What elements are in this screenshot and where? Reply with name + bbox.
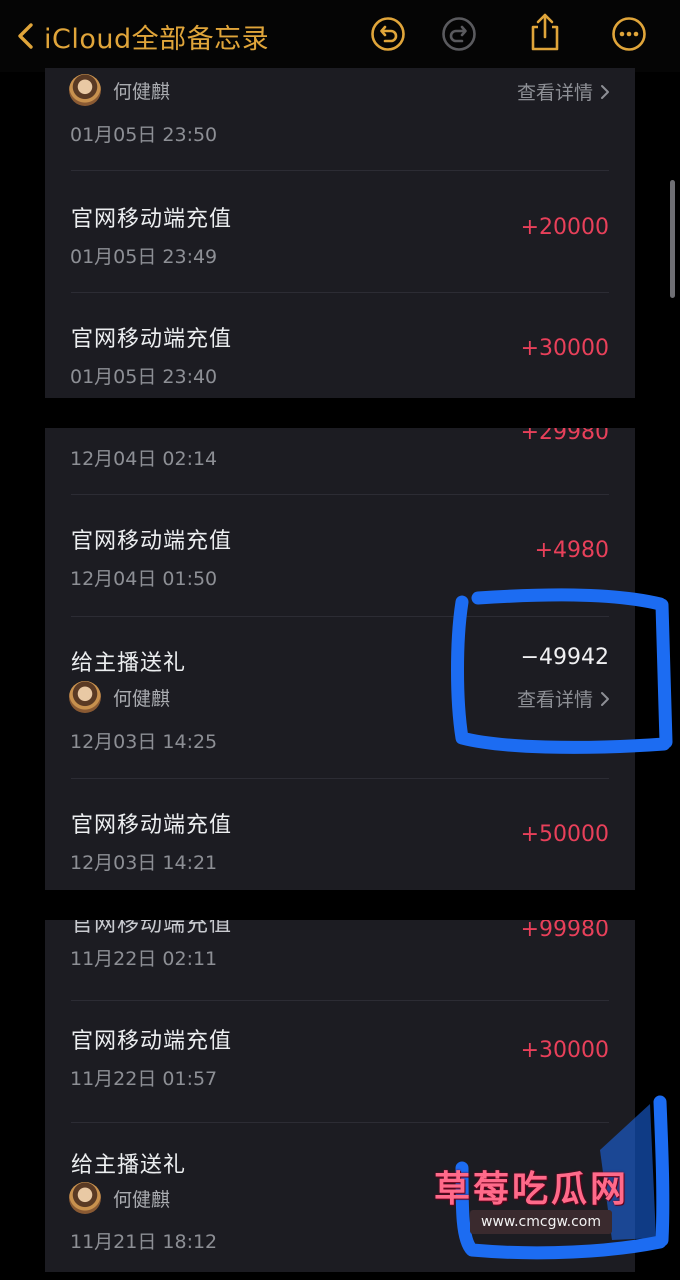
transaction-title: 官网移动端充值 [71,920,233,937]
transaction-card: +29980 12月04日 02:14 官网移动端充值 +4980 12月04日… [45,428,635,890]
more-icon [612,17,646,51]
transaction-amount: +30000 [520,336,609,361]
back-button[interactable]: iCloud全部备忘录 [14,14,269,58]
list-item[interactable]: 给主播送礼 −49942 何健麒 查看详情 12月03日 14:25 [45,617,635,777]
share-icon [531,13,559,51]
transaction-amount: +29980 [520,428,609,445]
transaction-title: 官网移动端充值 [71,327,233,352]
avatar [69,74,101,106]
transaction-date: 01月05日 23:49 [70,246,218,268]
view-details-label: 查看详情 [516,689,593,711]
chevron-right-icon [601,691,609,706]
transaction-amount: +20000 [520,215,609,240]
list-item[interactable]: 官网移动端充值 +99980 11月22日 02:11 [45,920,635,1000]
transaction-amount: +50000 [520,822,609,847]
transaction-card: 何健麒 查看详情 01月05日 23:50 官网移动端充值 +20000 01月… [45,68,635,398]
transaction-date: 01月05日 23:50 [70,124,218,146]
username: 何健麒 [113,80,171,103]
user-info: 何健麒 [69,74,170,106]
list-item[interactable]: 官网移动端充值 +4980 12月04日 01:50 [45,495,635,615]
list-item[interactable]: 官网移动端充值 +50000 12月03日 14:21 [45,779,635,890]
transaction-title: 官网移动端充值 [71,813,233,838]
avatar [69,1182,101,1214]
top-nav-bar: iCloud全部备忘录 [0,0,680,72]
user-info: 何健麒 [69,681,170,713]
list-item[interactable]: 何健麒 查看详情 01月05日 23:50 [45,68,635,168]
transaction-title: 官网移动端充值 [71,529,233,554]
transaction-date: 12月03日 14:25 [70,731,218,753]
list-item[interactable]: 官网移动端充值 +30000 11月22日 01:57 [45,1001,635,1121]
redo-button[interactable] [441,16,477,52]
transaction-date: 12月04日 01:50 [70,568,218,590]
scrollbar[interactable] [670,180,675,298]
username: 何健麒 [113,1188,171,1211]
transaction-date: 11月22日 02:11 [70,948,218,970]
transaction-title: 官网移动端充值 [71,1029,233,1054]
view-details-label: 查看详情 [516,82,593,104]
transaction-title: 官网移动端充值 [71,207,233,232]
avatar [69,681,101,713]
transaction-date: 01月05日 23:40 [70,366,218,388]
watermark-url: www.cmcgw.com [470,1210,612,1234]
user-info: 何健麒 [69,1182,170,1214]
screen: iCloud全部备忘录 何健麒 查看详情 01月05日 23:50 官网移动端充… [0,0,680,1280]
transaction-date: 11月22日 01:57 [70,1068,218,1090]
list-item[interactable]: +29980 12月04日 02:14 [45,428,635,494]
list-item[interactable]: 官网移动端充值 +20000 01月05日 23:49 [45,171,635,291]
chevron-right-icon [601,84,609,99]
undo-icon [371,17,405,51]
username: 何健麒 [113,687,171,710]
watermark-title: 草莓吃瓜网 [434,1169,630,1210]
transaction-amount: +4980 [534,538,609,563]
redo-icon [442,17,476,51]
transaction-amount: +30000 [520,1038,609,1063]
view-details-link[interactable]: 查看详情 [517,685,611,712]
chevron-left-icon [18,23,33,49]
back-label: iCloud全部备忘录 [44,23,270,55]
view-details-link[interactable]: 查看详情 [517,78,611,105]
transaction-amount: +99980 [520,920,609,942]
transaction-date: 12月03日 14:21 [70,852,218,874]
more-button[interactable] [611,16,647,52]
transaction-amount: −49942 [520,645,609,670]
transaction-title: 给主播送礼 [71,1153,187,1178]
transaction-date: 11月21日 18:12 [70,1231,218,1253]
share-button[interactable] [527,12,563,52]
transaction-title: 给主播送礼 [71,651,187,676]
undo-button[interactable] [370,16,406,52]
transaction-date: 12月04日 02:14 [70,448,218,470]
list-item[interactable]: 官网移动端充值 +30000 01月05日 23:40 [45,293,635,398]
